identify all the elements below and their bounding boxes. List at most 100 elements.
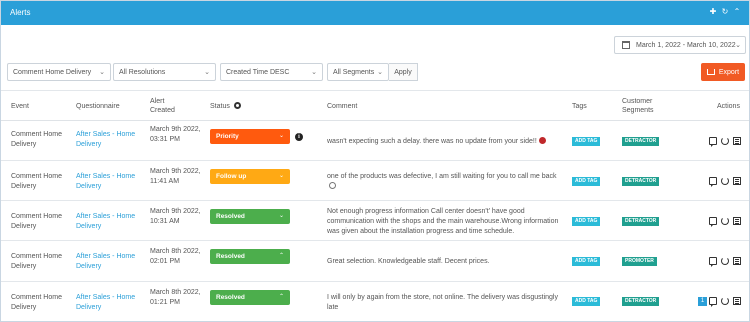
comment-cell: wasn't expecting such a delay. there was…	[327, 137, 557, 147]
chevron-down-icon: ⌄	[204, 69, 210, 76]
segments-filter-value: All Segments	[333, 69, 375, 76]
created-cell: March 9th 2022, 10:31 AM	[150, 208, 201, 225]
date-range-picker[interactable]: March 1, 2022 - March 10, 2022 ⌄	[614, 36, 746, 54]
comment-icon[interactable]	[709, 217, 717, 227]
details-icon[interactable]	[733, 177, 741, 185]
comment-icon[interactable]	[709, 137, 717, 147]
details-icon[interactable]	[733, 217, 741, 225]
segment-badge: DETRACTOR	[622, 137, 660, 146]
column-status: Status	[210, 102, 241, 111]
apply-button[interactable]: Apply	[389, 63, 418, 81]
status-label: Resolved	[216, 294, 245, 301]
table-row: Comment Home Delivery After Sales - Home…	[1, 282, 749, 321]
row-actions	[709, 177, 741, 187]
event-filter-select[interactable]: Comment Home Delivery ⌄	[7, 63, 111, 81]
settings-icon[interactable]: ✚	[709, 8, 717, 16]
segment-badge: DETRACTOR	[622, 297, 660, 306]
row-actions	[709, 217, 741, 227]
collapse-icon[interactable]: ⌃	[733, 8, 741, 16]
details-icon[interactable]	[733, 257, 741, 265]
column-actions: Actions	[717, 103, 740, 110]
comment-cell: one of the products was defective, I am …	[327, 172, 557, 192]
status-select[interactable]: Priority ⌄	[210, 129, 290, 144]
status-label: Priority	[216, 133, 239, 140]
chevron-down-icon: ⌄	[735, 42, 741, 49]
column-tags: Tags	[572, 103, 587, 110]
details-icon[interactable]	[733, 297, 741, 305]
refresh-icon[interactable]	[721, 137, 729, 145]
add-tag-button[interactable]: ADD TAG	[572, 137, 601, 146]
comment-text: one of the products was defective, I am …	[327, 173, 557, 180]
resolution-filter-value: All Resolutions	[119, 69, 166, 76]
created-cell: March 9th 2022, 11:41 AM	[150, 168, 201, 185]
questionnaire-link[interactable]: After Sales - Home Delivery	[76, 212, 136, 232]
event-filter-value: Comment Home Delivery	[13, 69, 92, 76]
status-select[interactable]: Follow up ⌄	[210, 169, 290, 184]
chevron-down-icon: ⌄	[278, 213, 284, 219]
column-alert-created: Alert Created	[150, 98, 175, 114]
calendar-icon	[622, 41, 630, 49]
event-cell: Comment Home Delivery	[11, 213, 62, 230]
chevron-down-icon: ⌄	[278, 133, 284, 139]
created-cell: March 9th 2022, 03:31 PM	[150, 126, 201, 143]
details-icon[interactable]	[733, 137, 741, 145]
add-tag-button[interactable]: ADD TAG	[572, 177, 601, 186]
status-label: Follow up	[216, 173, 247, 180]
angry-emoji-icon	[538, 137, 546, 144]
segments-filter-select[interactable]: All Segments ⌄	[327, 63, 389, 81]
chevron-up-icon: ⌃	[278, 294, 284, 300]
sort-value: Created Time DESC	[226, 69, 290, 76]
chevron-down-icon: ⌄	[311, 69, 317, 76]
chevron-down-icon: ⌄	[377, 69, 383, 76]
divider	[1, 90, 749, 91]
comment-cell: I will only by again from the store, not…	[327, 294, 558, 311]
export-icon	[706, 69, 715, 75]
alerts-panel: Alerts ✚ ↻ ⌃ March 1, 2022 - March 10, 2…	[0, 0, 750, 322]
status-select[interactable]: Resolved ⌃	[210, 290, 290, 305]
refresh-icon[interactable]	[721, 297, 729, 305]
add-tag-button[interactable]: ADD TAG	[572, 257, 601, 266]
row-actions	[709, 257, 741, 267]
chevron-down-icon: ⌄	[278, 173, 284, 179]
chevron-down-icon: ⌄	[99, 69, 105, 76]
column-comment: Comment	[327, 103, 358, 110]
refresh-icon[interactable]	[721, 177, 729, 185]
export-button[interactable]: Export	[701, 63, 745, 81]
panel-header: Alerts ✚ ↻ ⌃	[1, 1, 749, 25]
event-cell: Comment Home Delivery	[11, 253, 62, 270]
table-row: Comment Home Delivery After Sales - Home…	[1, 121, 749, 161]
comment-icon[interactable]	[709, 297, 717, 307]
refresh-icon[interactable]: ↻	[721, 8, 729, 16]
status-select[interactable]: Resolved ⌄	[210, 209, 290, 224]
column-customer-segments: Customer Segments	[622, 98, 654, 114]
questionnaire-link[interactable]: After Sales - Home Delivery	[76, 130, 136, 150]
gear-icon[interactable]	[233, 102, 241, 109]
info-icon[interactable]: i	[295, 133, 303, 141]
resolution-filter-select[interactable]: All Resolutions ⌄	[113, 63, 216, 81]
status-label: Resolved	[216, 253, 245, 260]
comment-icon[interactable]	[709, 177, 717, 187]
panel-title: Alerts	[10, 8, 31, 17]
add-tag-button[interactable]: ADD TAG	[572, 217, 601, 226]
refresh-icon[interactable]	[721, 217, 729, 225]
row-actions	[709, 137, 741, 147]
questionnaire-link[interactable]: After Sales - Home Delivery	[76, 252, 136, 272]
comment-icon[interactable]	[709, 257, 717, 267]
refresh-icon[interactable]	[721, 257, 729, 265]
status-select[interactable]: Resolved ⌃	[210, 249, 290, 264]
chevron-up-icon: ⌃	[278, 253, 284, 259]
questionnaire-link[interactable]: After Sales - Home Delivery	[76, 293, 136, 313]
column-event: Event	[11, 103, 29, 110]
event-cell: Comment Home Delivery	[11, 294, 62, 311]
comment-cell: Not enough progress information Call cen…	[327, 208, 559, 235]
sort-select[interactable]: Created Time DESC ⌄	[220, 63, 323, 81]
table-row: Comment Home Delivery After Sales - Home…	[1, 201, 749, 241]
add-tag-button[interactable]: ADD TAG	[572, 297, 601, 306]
event-cell: Comment Home Delivery	[11, 173, 62, 190]
questionnaire-link[interactable]: After Sales - Home Delivery	[76, 172, 136, 192]
date-range-label: March 1, 2022 - March 10, 2022	[636, 41, 736, 49]
created-cell: March 8th 2022, 01:21 PM	[150, 289, 201, 306]
comment-count-badge[interactable]: 1	[698, 297, 707, 306]
comment-text: wasn't expecting such a delay. there was…	[327, 138, 537, 145]
smile-emoji-icon	[329, 182, 336, 189]
